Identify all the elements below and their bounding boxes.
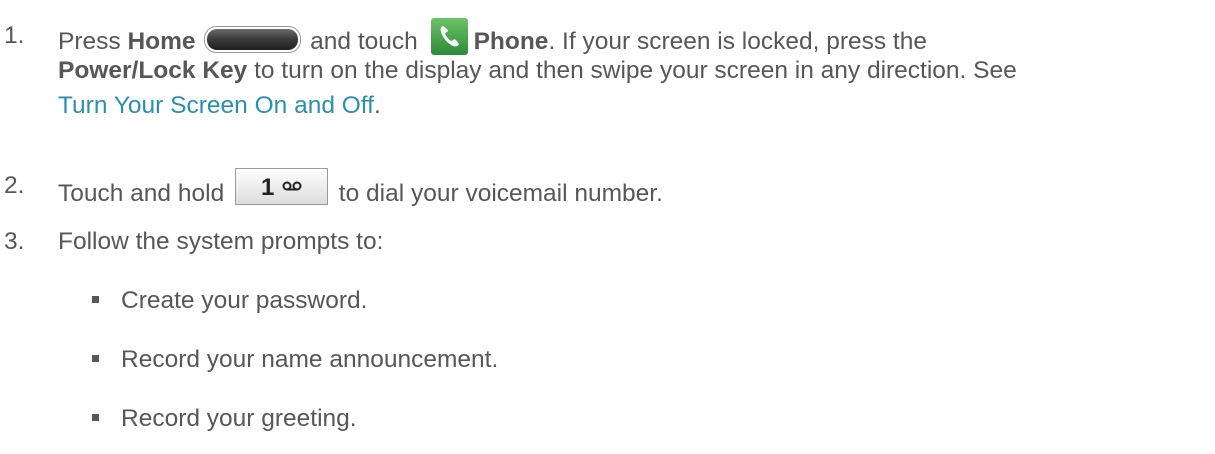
step-line: Follow the system prompts to:: [58, 228, 384, 255]
list-item: Record your greeting.: [0, 401, 1215, 436]
step-line: Turn Your Screen On and Off.: [58, 88, 1017, 123]
step-number: 1.: [4, 22, 25, 49]
step-text: to turn on the display and then swipe yo…: [247, 57, 1017, 84]
step-line: Power/Lock Key to turn on the display an…: [58, 53, 1017, 88]
list-item: Record your name announcement.: [0, 342, 1215, 377]
step-number: 3.: [4, 228, 25, 255]
voicemail-key-icon: 1: [235, 168, 328, 205]
step-number: 2.: [4, 172, 25, 199]
step-line: Press Home and touch Phone. If your scre…: [58, 18, 1017, 55]
phone-app-label: Phone: [473, 28, 549, 55]
step-line: Touch and hold 1 to dial your voicemail …: [58, 168, 663, 207]
bullet-icon: [92, 296, 99, 303]
step-text: Touch and hold: [58, 180, 231, 207]
step-body: Press Home and touch Phone. If your scre…: [58, 18, 1017, 123]
home-key-label: Home: [127, 28, 196, 55]
home-button-icon: [204, 26, 302, 53]
step-text: .: [373, 92, 381, 119]
list-item-text: Record your greeting.: [121, 405, 357, 432]
step-text: . If your screen is locked, press the: [548, 28, 927, 55]
step-body: Follow the system prompts to:: [58, 224, 383, 259]
list-item: Create your password.: [0, 283, 1215, 318]
bullet-icon: [92, 414, 99, 421]
list-item-text: Create your password.: [121, 287, 368, 314]
step-text: to dial your voicemail number.: [332, 180, 663, 207]
phone-app-icon: [430, 18, 468, 55]
list-item-text: Record your name announcement.: [121, 346, 499, 373]
power-lock-key-label: Power/Lock Key: [58, 57, 248, 84]
voicemail-key-label: 1: [261, 174, 274, 201]
step-body: Touch and hold 1 to dial your voicemail …: [58, 168, 663, 207]
step-text: and touch: [303, 28, 425, 55]
turn-screen-on-off-link[interactable]: Turn Your Screen On and Off: [58, 92, 374, 119]
bullet-icon: [92, 355, 99, 362]
step-text: Press: [58, 28, 128, 55]
